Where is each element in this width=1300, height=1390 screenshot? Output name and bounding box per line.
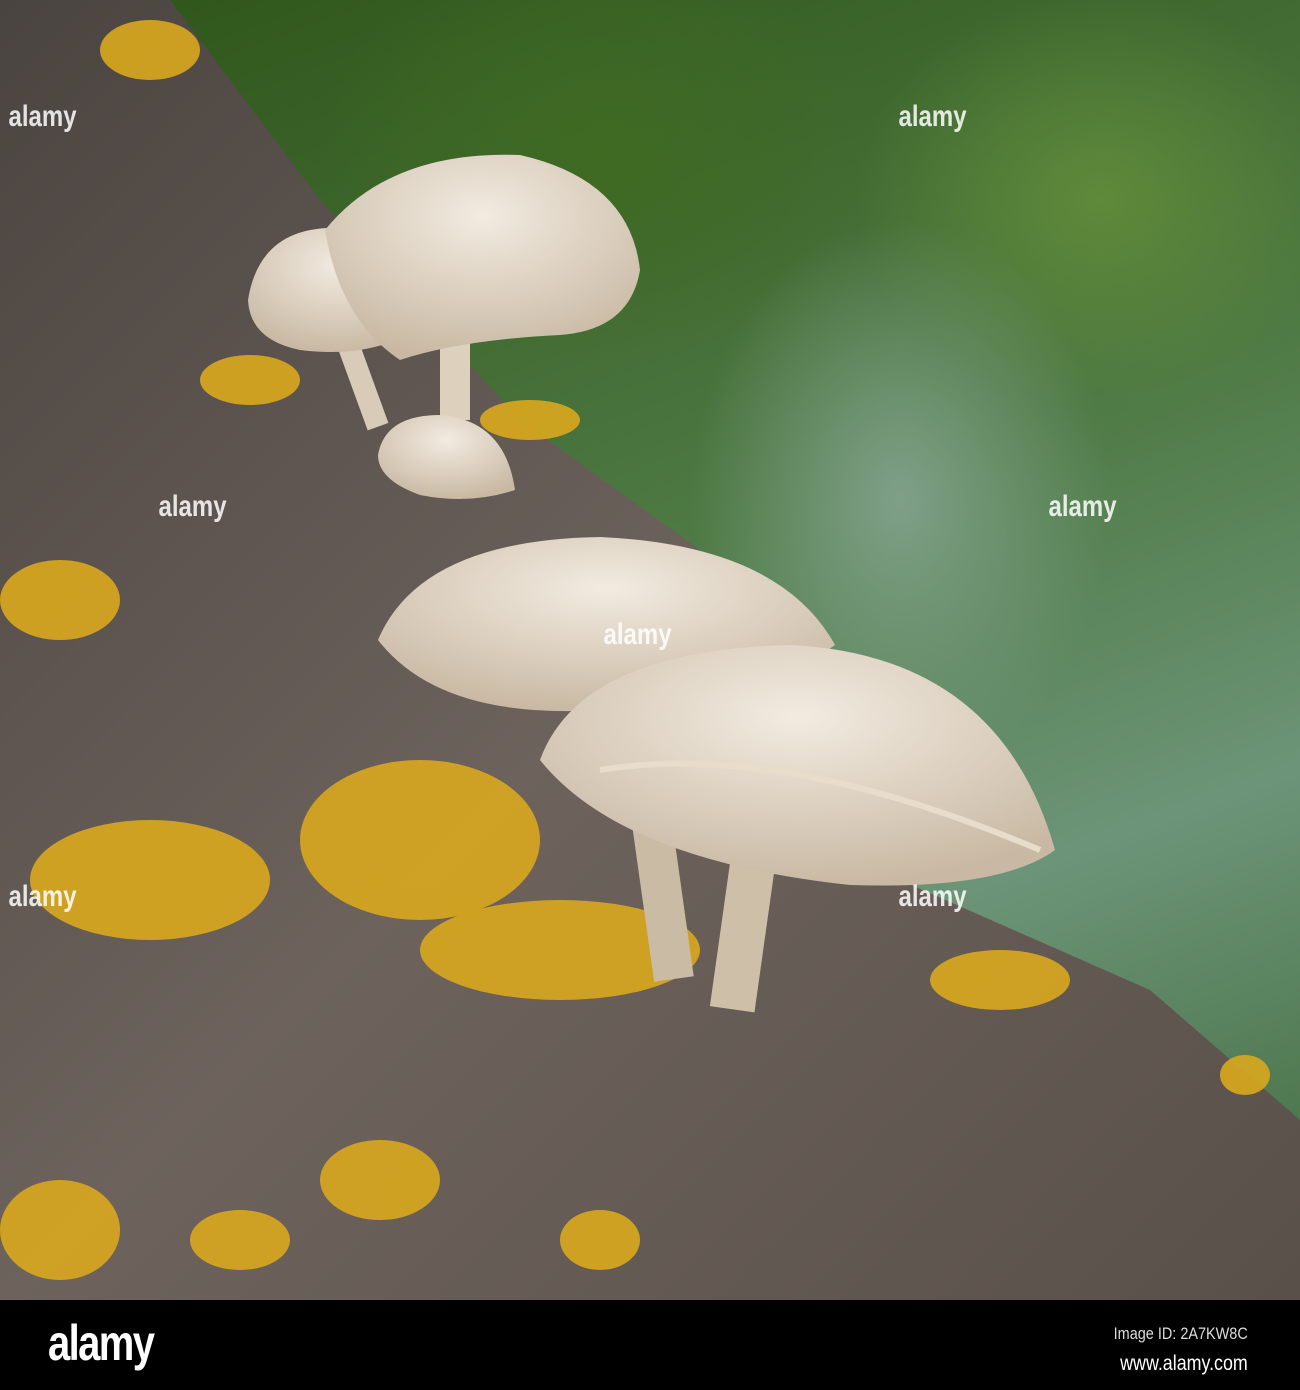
watermark-text: alamy	[898, 100, 967, 133]
image-id: Image ID: 2A7KW8C	[1113, 1324, 1248, 1343]
watermark-text: alamy	[158, 490, 227, 523]
alamy-logo: alamy	[48, 1315, 155, 1371]
mushroom-photo: alamy alamy alamy alamy alamy alamy alam…	[0, 0, 1300, 1300]
watermark-text: alamy	[1048, 490, 1117, 523]
watermark-text: alamy	[8, 100, 77, 133]
watermark-text: alamy	[603, 618, 672, 651]
watermark-text: alamy	[898, 880, 967, 913]
site-url: www.alamy.com	[1120, 1352, 1248, 1375]
image-meta: Image ID: 2A7KW8C www.alamy.com	[1114, 1324, 1248, 1376]
watermark-text: alamy	[8, 880, 77, 913]
footer-bar: alamy Image ID: 2A7KW8C www.alamy.com	[0, 1300, 1300, 1390]
